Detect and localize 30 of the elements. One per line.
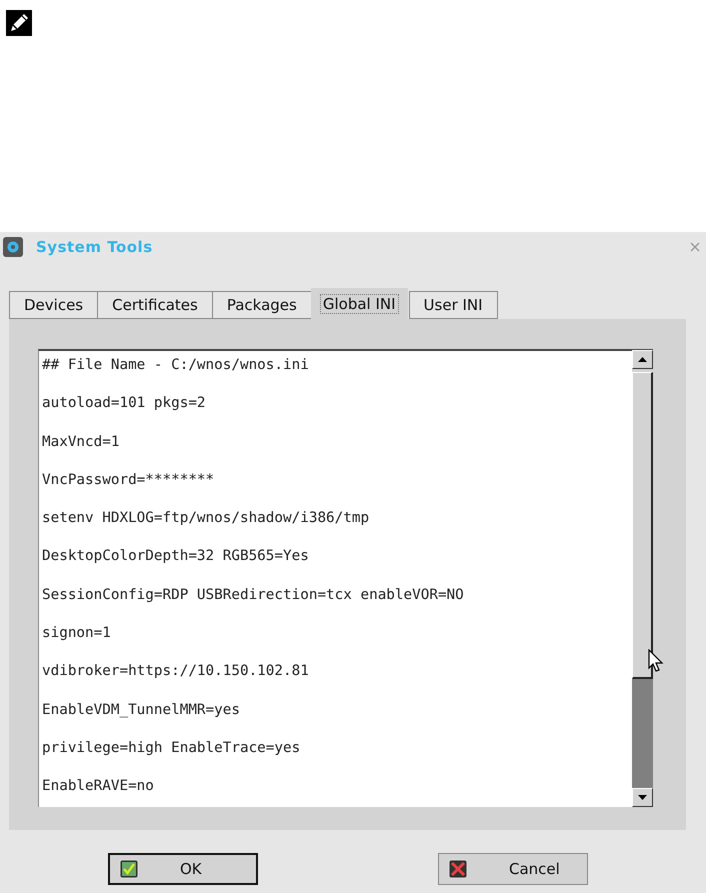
- pencil-icon: [6, 10, 32, 36]
- checkmark-icon: [120, 860, 138, 878]
- text-line: MaxVncd=1: [42, 434, 120, 452]
- cancel-button[interactable]: Cancel: [438, 853, 588, 885]
- scroll-thumb[interactable]: [632, 372, 653, 679]
- tab[interactable]: User INI: [408, 291, 498, 319]
- text-line: privilege=high EnableTrace=yes: [42, 740, 302, 758]
- caret-down-icon: [638, 795, 647, 800]
- tab[interactable]: Certificates: [97, 291, 213, 319]
- scrollbar[interactable]: [632, 350, 653, 807]
- text-line: EnableRAVE=no: [42, 778, 155, 796]
- text-line: vdibroker=https://10.150.102.81: [42, 663, 310, 682]
- text-line: setenv HDXLOG=ftp/wnos/shadow/i386/tmp: [42, 510, 370, 528]
- text-line: DesktopColorDepth=32 RGB565=Yes: [42, 548, 310, 566]
- tab[interactable]: Global INI: [310, 288, 408, 319]
- text-line: VncPassword=********: [42, 472, 216, 490]
- tab[interactable]: Packages: [212, 291, 312, 319]
- caret-up-icon: [638, 357, 647, 362]
- scroll-up-button[interactable]: [632, 350, 653, 369]
- window-title: System Tools: [36, 238, 154, 256]
- tab[interactable]: Devices: [9, 291, 98, 319]
- text-line: autoload=101 pkgs=2: [42, 395, 207, 414]
- text-line: SessionConfig=RDP USBRedirection=tcx enableVOR=NO: [42, 586, 465, 605]
- scroll-down-button[interactable]: [632, 788, 653, 807]
- ok-button[interactable]: OK: [108, 853, 258, 885]
- text-line: signon=1: [42, 625, 112, 644]
- mouse-pointer-icon: [648, 649, 664, 673]
- text-line: ## File Name - C:/wnos/wnos.ini: [42, 357, 310, 375]
- text-line: EnableVDM_TunnelMMR=yes: [42, 702, 241, 720]
- cross-icon: [449, 860, 467, 878]
